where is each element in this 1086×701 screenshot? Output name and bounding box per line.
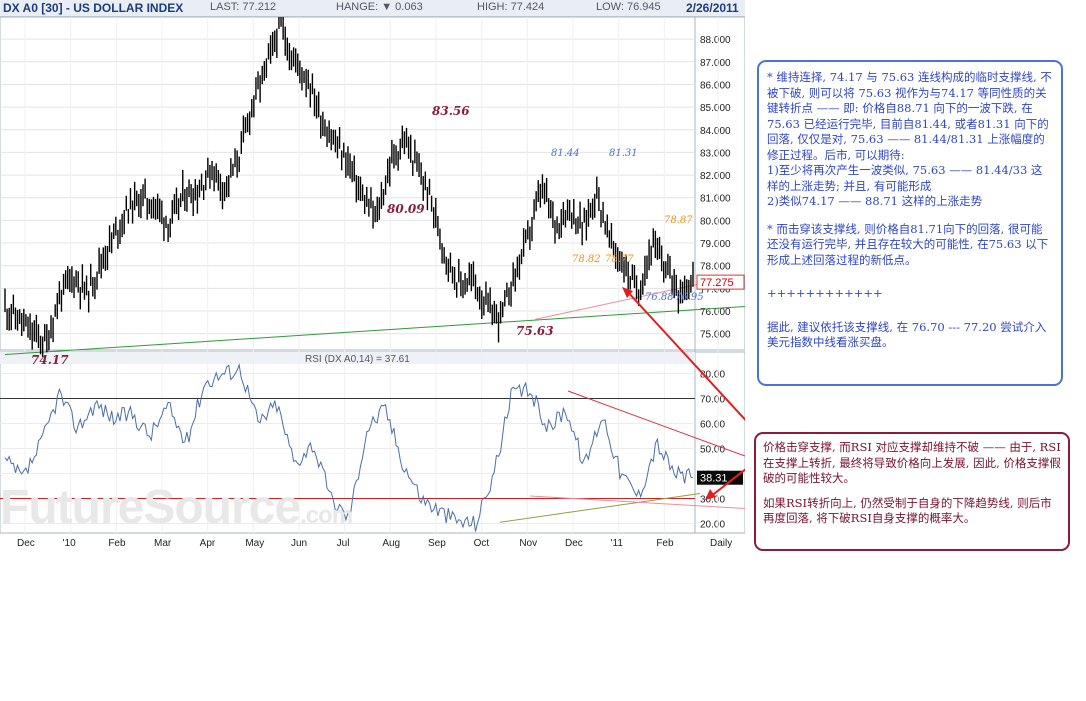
price-annotation: 78.77 [605,254,634,265]
price-panel [0,16,745,351]
rsi-tick-label: 50.00 [700,445,725,456]
x-tick-label: Mar [154,538,172,549]
rsi-tick-label: 70.00 [700,395,725,406]
x-tick-label: Jul [337,538,350,549]
price-annotation: 75.63 [516,324,554,338]
price-tick-label: 78.000 [700,262,731,273]
x-tick-label: Oct [474,538,490,549]
x-tick-label: Nov [519,538,537,549]
x-tick-label: Dec [565,538,583,549]
analysis-box-support: * 维持连择, 74.17 与 75.63 连线构成的临时支撑线, 不被下破, … [757,60,1063,386]
price-annotation: 83.56 [432,104,470,118]
price-annotation: 78.82 [572,254,601,265]
price-annotation: 80.09 [387,202,425,216]
box1-paragraph: * 维持连择, 74.17 与 75.63 连线构成的临时支撑线, 不被下破, … [767,70,1052,162]
price-annotation: 76.95 [675,292,704,303]
rsi-tick-label: 20.00 [700,520,725,531]
box2-paragraph: 价格击穿支撑, 而RSI 对应支撑却维持不破 —— 由于, RSI 在支撑上转折… [763,440,1061,485]
x-tick-label: Feb [656,538,674,549]
x-tick-label: Apr [200,538,216,549]
x-tick-label: '11 [611,538,624,549]
x-tick-label: Daily [710,538,732,549]
price-annotation: 81.31 [609,148,638,159]
x-tick-label: May [245,538,264,549]
box2-paragraph-2: 如果RSI转折向上, 仍然受制于自身的下降趋势线, 则后市再度回落, 将下破RS… [763,495,1052,526]
price-annotation: 81.44 [551,148,580,159]
date-label: 2/26/2011 [686,1,739,15]
box1-paragraph-2: * 而击穿该支撑线, 则价格自81.71向下的回落, 很可能还没有运行完毕, 并… [767,221,1049,267]
x-tick-label: '10 [63,538,76,549]
high-price: HIGH: 77.424 [477,1,545,13]
price-tick-label: 81.000 [700,194,731,205]
price-tick-label: 87.000 [700,58,731,69]
last-price: LAST: 77.212 [210,1,277,13]
price-annotation: 76.88 [645,292,674,303]
chart-header: DX A0 [30] - US DOLLAR INDEX LAST: 77.21… [0,0,745,17]
price-tick-label: 79.000 [700,239,731,250]
price-tick-label: 83.000 [700,148,731,159]
last-price-label: 77.275 [700,277,734,289]
futuresource-watermark: FutureSource.com [0,481,353,534]
analysis-box-rsi: 价格击穿支撑, 而RSI 对应支撑却维持不破 —— 由于, RSI 在支撑上转折… [754,432,1070,551]
price-annotation: 78.87 [664,215,693,226]
x-tick-label: Sep [428,538,446,549]
x-tick-label: Feb [108,538,126,549]
price-tick-label: 84.000 [700,126,731,137]
price-tick-label: 75.000 [700,330,731,341]
x-tick-label: Aug [382,538,400,549]
price-tick-label: 80.000 [700,216,731,227]
net-change: HANGE: ▼ 0.063 [336,1,423,13]
x-tick-label: Dec [17,538,35,549]
price-annotation: 74.17 [31,353,69,367]
box1-item-2: 2)类似74.17 —— 88.71 这样的上涨走势 [767,194,983,208]
chart-canvas: 75.00076.00077.00078.00079.00080.00081.0… [0,1,745,549]
box1-item-1: 1)至少将再次产生一波类似, 75.63 —— 81.44/33 这样的上涨走势… [767,163,1043,193]
rsi-title: RSI (DX A0,14) = 37.61 [305,354,410,365]
symbol-title: DX A0 [30] - US DOLLAR INDEX [3,1,184,15]
rsi-tick-label: 60.00 [700,420,725,431]
rsi-value-label: 38.31 [700,473,728,485]
price-tick-label: 82.000 [700,171,731,182]
price-tick-label: 88.000 [700,35,731,46]
box1-recommendation: 据此, 建议依托该支撑线, 在 76.70 --- 77.20 尝试介入美元指数… [767,319,1047,350]
box1-separator: ++++++++++++ [767,286,883,300]
x-tick-label: Jun [291,538,307,549]
price-tick-label: 86.000 [700,80,731,91]
low-price: LOW: 76.945 [596,1,661,13]
price-tick-label: 85.000 [700,103,731,114]
